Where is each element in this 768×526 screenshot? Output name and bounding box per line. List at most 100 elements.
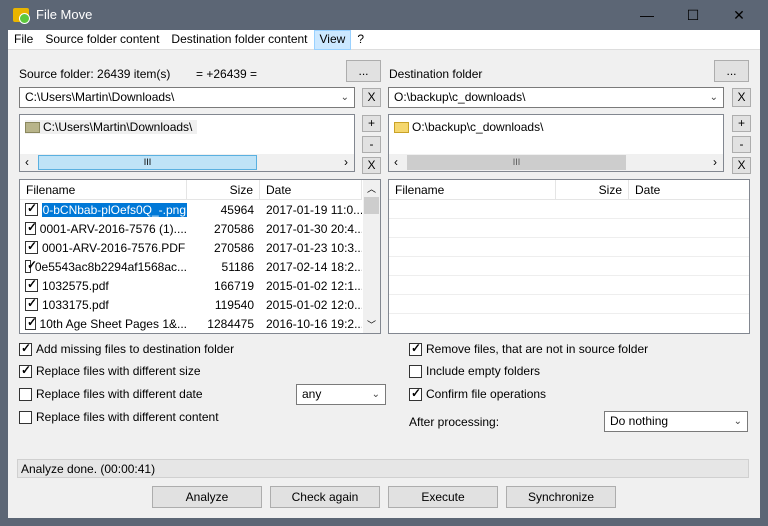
date-mode-select[interactable]: any ⌄ (296, 384, 386, 405)
window-title: File Move (36, 7, 93, 22)
scrollbar-thumb[interactable] (364, 197, 379, 214)
source-add-button[interactable]: + (362, 115, 381, 132)
chevron-down-icon: ⌄ (340, 92, 349, 103)
column-size[interactable]: Size (187, 180, 260, 199)
destination-clear-list-button[interactable]: X (732, 157, 751, 174)
check-again-button[interactable]: Check again (270, 486, 380, 508)
table-row[interactable]: 1032575.pdf 166719 2015-01-02 12:1... (20, 276, 380, 295)
after-processing-value: Do nothing (610, 414, 669, 428)
checkbox[interactable] (19, 341, 32, 357)
checkbox[interactable] (19, 411, 32, 425)
column-date[interactable]: Date (629, 180, 749, 199)
table-row[interactable]: 0-bCNbab-plOefs0Q_-.png 45964 2017-01-19 1… (20, 200, 380, 219)
source-file-table: Filename Size Date 0-bCNbab-plOefs0Q_-.p… (19, 179, 381, 334)
file-size: 51186 (221, 259, 254, 274)
checkbox[interactable] (19, 363, 32, 379)
option-label: Include empty folders (426, 364, 541, 378)
minimize-button[interactable]: — (624, 0, 670, 30)
execute-button[interactable]: Execute (388, 486, 498, 508)
column-filename[interactable]: Filename (389, 180, 556, 199)
option-label: Replace files with different size (36, 364, 201, 378)
source-folder-label: Source folder: 26439 item(s) (19, 67, 171, 81)
column-size[interactable]: Size (556, 180, 629, 199)
file-size: 1284475 (207, 316, 254, 331)
scroll-left-icon[interactable]: ‹ (394, 155, 398, 169)
destination-browse-button[interactable]: ... (714, 60, 749, 82)
source-clear-button[interactable]: X (362, 88, 381, 107)
status-text: Analyze done. (00:00:41) (21, 462, 156, 476)
checkbox[interactable] (19, 388, 32, 402)
source-horizontal-scrollbar[interactable]: ‹ III › (20, 154, 354, 171)
option-replace-files-with-different-size[interactable]: Replace files with different size (19, 363, 201, 379)
source-vertical-scrollbar[interactable]: ︿ ﹀ (363, 180, 380, 333)
table-row[interactable]: 1033175.pdf 119540 2015-01-02 12:0... (20, 295, 380, 314)
synchronize-button[interactable]: Synchronize (506, 486, 616, 508)
difference-count: = +26439 = (196, 67, 258, 81)
checkbox[interactable] (409, 341, 422, 357)
menu-file[interactable]: File (8, 30, 39, 50)
maximize-button[interactable]: ☐ (670, 0, 716, 30)
checkbox[interactable] (409, 386, 422, 402)
table-header: Filename Size Date (389, 180, 749, 200)
file-checkbox[interactable] (25, 279, 38, 292)
option-confirm-file-operations[interactable]: Confirm file operations (409, 386, 546, 402)
file-checkbox[interactable] (25, 241, 38, 254)
option-replace-files-with-different-date[interactable]: Replace files with different date (19, 387, 203, 402)
file-checkbox[interactable] (25, 222, 37, 235)
scroll-up-icon[interactable]: ︿ (367, 182, 376, 195)
menu-help[interactable]: ? (351, 30, 370, 50)
menu-source-folder-content[interactable]: Source folder content (39, 30, 165, 50)
source-path-value: C:\Users\Martin\Downloads\ (25, 90, 175, 104)
file-date: 2016-10-16 19:2... (266, 316, 362, 331)
destination-add-button[interactable]: + (732, 115, 751, 132)
column-date[interactable]: Date (260, 180, 362, 199)
after-processing-label: After processing: (409, 415, 500, 429)
destination-clear-button[interactable]: X (732, 88, 751, 107)
table-row[interactable]: 10th Age Sheet Pages 1&... 1284475 2016-10… (20, 314, 380, 333)
file-checkbox[interactable] (25, 203, 38, 216)
table-row[interactable]: 0001-ARV-2016-7576.PDF 270586 2017-01-23 1… (20, 238, 380, 257)
file-name: 0001-ARV-2016-7576.PDF (42, 240, 186, 255)
file-date: 2017-01-30 20:4... (266, 221, 362, 236)
scrollbar-thumb[interactable]: III (407, 155, 626, 170)
source-path-combo[interactable]: C:\Users\Martin\Downloads\ ⌄ (19, 87, 355, 108)
file-size: 45964 (220, 202, 254, 217)
analyze-button[interactable]: Analyze (152, 486, 262, 508)
scroll-right-icon[interactable]: › (344, 155, 348, 169)
table-row[interactable]: 0e5543ac8b2294af1568ac... 51186 2017-02-14… (20, 257, 380, 276)
checkbox[interactable] (409, 365, 422, 379)
scroll-right-icon[interactable]: › (713, 155, 717, 169)
source-folder-item[interactable]: C:\Users\Martin\Downloads\ (25, 120, 198, 134)
destination-folder-list: O:\backup\c_downloads\ ‹ III › (388, 114, 724, 172)
app-icon (13, 8, 30, 24)
menu-view[interactable]: View (313, 30, 352, 50)
scroll-down-icon[interactable]: ﹀ (367, 318, 376, 331)
destination-path-combo[interactable]: O:\backup\c_downloads\ ⌄ (388, 87, 724, 108)
scroll-left-icon[interactable]: ‹ (25, 155, 29, 169)
file-name: 0-bCNbab-plOefs0Q_-.png (41, 202, 187, 217)
option-remove-files-that-are-not-in-source-folder[interactable]: Remove files, that are not in source fol… (409, 341, 648, 357)
option-label: Replace files with different content (36, 410, 219, 424)
scrollbar-thumb[interactable]: III (38, 155, 257, 170)
file-date: 2017-01-23 10:3... (266, 240, 362, 255)
destination-folder-item[interactable]: O:\backup\c_downloads\ (394, 120, 543, 134)
file-checkbox[interactable] (25, 298, 38, 311)
source-remove-button[interactable]: - (362, 136, 381, 153)
option-replace-files-with-different-content[interactable]: Replace files with different content (19, 410, 219, 425)
source-browse-button[interactable]: ... (346, 60, 381, 82)
file-checkbox[interactable] (25, 317, 37, 330)
option-add-missing-files-to-destination-folder[interactable]: Add missing files to destination folder (19, 341, 234, 357)
destination-file-table: Filename Size Date (388, 179, 750, 334)
status-bar: Analyze done. (00:00:41) (17, 459, 749, 478)
destination-horizontal-scrollbar[interactable]: ‹ III › (389, 154, 723, 171)
file-name: 1033175.pdf (42, 297, 109, 312)
option-include-empty-folders[interactable]: Include empty folders (409, 364, 541, 379)
destination-remove-button[interactable]: - (732, 136, 751, 153)
table-row[interactable]: 0001-ARV-2016-7576 (1).... 270586 2017-01-… (20, 219, 380, 238)
menu-destination-folder-content[interactable]: Destination folder content (165, 30, 313, 50)
after-processing-select[interactable]: Do nothing ⌄ (604, 411, 748, 432)
close-button[interactable]: ✕ (716, 0, 762, 30)
source-clear-list-button[interactable]: X (362, 157, 381, 174)
file-checkbox[interactable] (25, 260, 37, 273)
column-filename[interactable]: Filename (20, 180, 187, 199)
